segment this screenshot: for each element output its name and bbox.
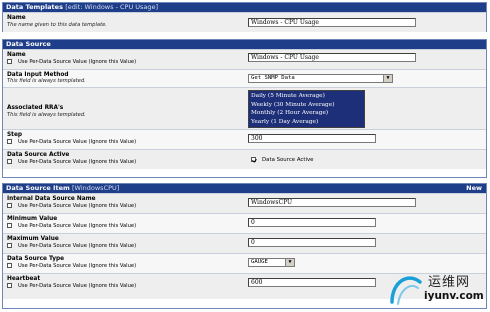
data-templates-panel: Data Templates [edit: Windows - CPU Usag… bbox=[2, 2, 487, 32]
item-max-label: Maximum Value bbox=[7, 236, 59, 242]
ds-step-per-value: Use Per-Data Source Value (Ignore this V… bbox=[7, 139, 136, 146]
item-internal-per-value: Use Per-Data Source Value (Ignore this V… bbox=[7, 203, 136, 210]
ds-input-method-select[interactable]: Get SNMP Data ▼ bbox=[248, 74, 393, 83]
item-heartbeat-per-value-label: Use Per-Data Source Value (Ignore this V… bbox=[18, 283, 137, 289]
chevron-down-icon[interactable]: ▼ bbox=[383, 75, 392, 82]
item-max-input[interactable]: 0 bbox=[248, 238, 376, 247]
ds-active-per-value-label: Use Per-Data Source Value (Ignore this V… bbox=[18, 159, 137, 165]
ds-input-method-row: Data Input Method This field is always t… bbox=[3, 69, 486, 87]
ds-step-label: Step bbox=[7, 132, 23, 138]
item-type-checkbox[interactable] bbox=[7, 263, 12, 268]
data-source-panel: Data Source Name Use Per-Data Source Val… bbox=[2, 39, 487, 178]
item-min-per-value: Use Per-Data Source Value (Ignore this V… bbox=[7, 223, 136, 230]
ds-active-per-value: Use Per-Data Source Value (Ignore this V… bbox=[7, 159, 136, 166]
item-internal-per-value-label: Use Per-Data Source Value (Ignore this V… bbox=[18, 203, 137, 209]
item-type-value: GAUGE bbox=[251, 259, 268, 265]
ds-name-label: Name bbox=[7, 52, 26, 58]
item-min-per-value-label: Use Per-Data Source Value (Ignore this V… bbox=[18, 223, 137, 229]
item-type-select[interactable]: GAUGE ▼ bbox=[248, 258, 295, 267]
template-name-desc: The name given to this data template. bbox=[7, 22, 107, 28]
ds-name-per-value-label: Use Per-Data Source Value (Ignore this V… bbox=[18, 59, 137, 65]
item-internal-input[interactable]: WindowsCPU bbox=[248, 198, 416, 207]
template-name-input[interactable]: Windows - CPU Usage bbox=[248, 18, 416, 27]
ds-active-label: Data Source Active bbox=[7, 152, 70, 158]
ds-input-method-value: Get SNMP Data bbox=[251, 75, 295, 81]
item-max-per-value: Use Per-Data Source Value (Ignore this V… bbox=[7, 243, 136, 250]
item-type-per-value: Use Per-Data Source Value (Ignore this V… bbox=[7, 263, 136, 270]
ds-active-check: Data Source Active bbox=[251, 157, 314, 163]
item-heartbeat-input[interactable]: 600 bbox=[248, 278, 376, 287]
data-templates-title: Data Templates bbox=[6, 3, 63, 11]
ds-rra-row: Associated RRA's This field is always te… bbox=[3, 87, 486, 129]
item-type-per-value-label: Use Per-Data Source Value (Ignore this V… bbox=[18, 263, 137, 269]
item-heartbeat-checkbox[interactable] bbox=[7, 283, 12, 288]
ds-step-input[interactable]: 300 bbox=[248, 134, 376, 143]
item-internal-checkbox[interactable] bbox=[7, 203, 12, 208]
rra-option-weekly[interactable]: Weekly (30 Minute Average) bbox=[251, 100, 362, 109]
item-heartbeat-label: Heartbeat bbox=[7, 276, 41, 282]
rra-option-daily[interactable]: Daily (5 Minute Average) bbox=[251, 92, 362, 101]
item-internal-label: Internal Data Source Name bbox=[7, 196, 96, 202]
ds-step-row: Step Use Per-Data Source Value (Ignore t… bbox=[3, 129, 486, 149]
chevron-down-icon[interactable]: ▼ bbox=[285, 259, 294, 266]
rra-option-monthly[interactable]: Monthly (2 Hour Average) bbox=[251, 109, 362, 118]
ds-name-row: Name Use Per-Data Source Value (Ignore t… bbox=[3, 49, 486, 69]
ds-rra-desc: This field is always templated. bbox=[7, 112, 86, 118]
ds-item-subtitle: [WindowsCPU] bbox=[72, 184, 120, 192]
ds-active-per-value-checkbox[interactable] bbox=[7, 159, 12, 164]
item-max-row: Maximum Value Use Per-Data Source Value … bbox=[3, 233, 486, 253]
watermark-swoosh-icon bbox=[390, 276, 422, 305]
template-name-label: Name bbox=[7, 15, 26, 21]
ds-rra-listbox[interactable]: Daily (5 Minute Average) Weekly (30 Minu… bbox=[248, 90, 365, 128]
watermark-url: iyunv.com bbox=[424, 290, 484, 302]
item-max-per-value-label: Use Per-Data Source Value (Ignore this V… bbox=[18, 243, 137, 249]
ds-name-input[interactable]: Windows - CPU Usage bbox=[248, 53, 416, 62]
data-templates-header: Data Templates [edit: Windows - CPU Usag… bbox=[3, 3, 486, 12]
item-min-label: Minimum Value bbox=[7, 216, 58, 222]
template-name-row: Name The name given to this data templat… bbox=[3, 12, 486, 32]
ds-active-check-label: Data Source Active bbox=[262, 157, 314, 163]
watermark: 运维网 iyunv.com bbox=[386, 268, 486, 308]
ds-active-checkbox[interactable] bbox=[251, 157, 256, 162]
data-source-title: Data Source bbox=[6, 40, 51, 48]
item-type-label: Data Source Type bbox=[7, 256, 65, 262]
ds-step-checkbox[interactable] bbox=[7, 139, 12, 144]
data-templates-subtitle: [edit: Windows - CPU Usage] bbox=[65, 3, 159, 11]
item-max-checkbox[interactable] bbox=[7, 243, 12, 248]
item-min-input[interactable]: 0 bbox=[248, 218, 376, 227]
ds-item-title: Data Source Item bbox=[6, 184, 70, 192]
watermark-brand: 运维网 bbox=[428, 275, 471, 290]
ds-name-checkbox[interactable] bbox=[7, 59, 12, 64]
data-source-header: Data Source bbox=[3, 40, 486, 49]
item-min-row: Minimum Value Use Per-Data Source Value … bbox=[3, 213, 486, 233]
ds-input-method-desc: This field is always templated. bbox=[7, 78, 86, 84]
ds-rra-label: Associated RRA's bbox=[7, 105, 64, 111]
item-min-checkbox[interactable] bbox=[7, 223, 12, 228]
ds-item-header: Data Source Item [WindowsCPU] New bbox=[3, 184, 486, 193]
item-internal-row: Internal Data Source Name Use Per-Data S… bbox=[3, 193, 486, 213]
item-heartbeat-per-value: Use Per-Data Source Value (Ignore this V… bbox=[7, 283, 136, 290]
ds-name-per-value: Use Per-Data Source Value (Ignore this V… bbox=[7, 59, 136, 66]
ds-step-per-value-label: Use Per-Data Source Value (Ignore this V… bbox=[18, 139, 137, 145]
ds-active-row: Data Source Active Use Per-Data Source V… bbox=[3, 149, 486, 169]
rra-option-yearly[interactable]: Yearly (1 Day Average) bbox=[251, 117, 362, 126]
new-link[interactable]: New bbox=[466, 184, 482, 193]
